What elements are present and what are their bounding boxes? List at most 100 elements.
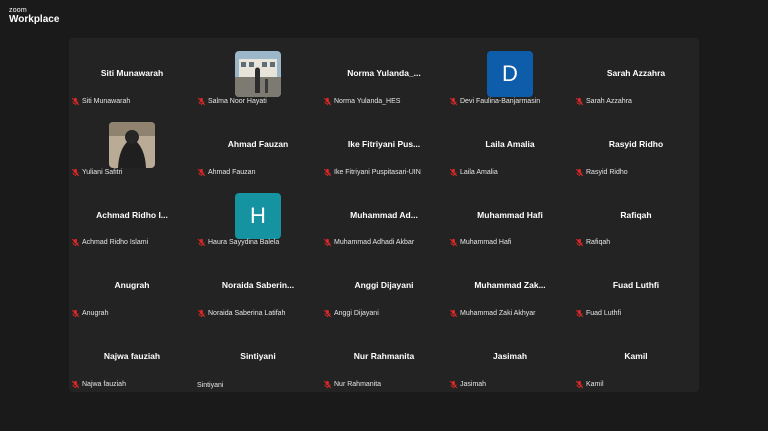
participant-display-name: Muhammad Zak... — [474, 280, 546, 291]
participant-name-label: Jasimah — [449, 380, 486, 389]
muted-mic-icon — [449, 380, 458, 389]
participant-name-label: Yuliani Safitri — [71, 168, 122, 177]
participant-name-text: Laila Amalia — [460, 168, 498, 176]
participant-name-text: Sintiyani — [197, 381, 224, 389]
photo-building-image — [235, 51, 281, 97]
participant-name-label: Rafiqah — [575, 238, 610, 247]
participant-avatar: D — [487, 51, 533, 97]
participant-name-text: Ahmad Fauzan — [208, 168, 256, 176]
muted-mic-icon — [71, 239, 80, 247]
participant-display-name: Siti Munawarah — [100, 68, 164, 78]
participant-display-name: Ahmad Fauzan — [227, 138, 289, 149]
gallery-grid: Siti Munawarah Siti Munawarah Salma Noor H… — [69, 38, 699, 392]
muted-mic-icon — [71, 309, 80, 318]
muted-mic-icon — [449, 309, 458, 318]
muted-mic-icon — [575, 239, 584, 247]
participant-name-label: Norma Yulanda_HES — [323, 97, 400, 106]
participant-tile[interactable]: Rasyid Ridho Rasyid Ridho — [573, 109, 699, 180]
participant-name-label: Ahmad Fauzan — [197, 168, 255, 177]
participant-tile[interactable]: Kamil Kamil — [573, 321, 699, 392]
muted-mic-icon — [449, 168, 458, 176]
muted-mic-icon — [449, 239, 458, 247]
participant-name-label: Sarah Azzahra — [575, 97, 632, 106]
muted-mic-icon — [575, 309, 584, 318]
participant-tile[interactable]: Norma Yulanda_... Norma Yulanda_HES — [321, 38, 447, 109]
participant-display-name: Jasimah — [492, 351, 528, 362]
participant-tile[interactable]: Muhammad Hafi Muhammad Hafi — [447, 180, 573, 251]
participant-name-text: Achmad Ridho Islami — [82, 239, 149, 247]
avatar-letter: D — [487, 51, 533, 97]
participant-tile[interactable]: Siti Munawarah Siti Munawarah — [69, 38, 195, 109]
muted-mic-icon — [197, 239, 206, 247]
participant-name-label: Haura Sayydina Balela — [197, 238, 279, 247]
participant-display-name: Muhammad Ad... — [350, 209, 418, 220]
participant-name-text: Kamil — [586, 380, 604, 388]
participant-name-text: Noraida Saberina Latifah — [208, 310, 286, 318]
participant-tile[interactable]: Jasimah Jasimah — [447, 321, 573, 392]
participant-tile[interactable]: Noraida Saberin... Noraida Saberina Latif… — [195, 250, 321, 321]
participant-display-name: Laila Amalia — [485, 138, 535, 149]
participant-display-name: Sarah Azzahra — [606, 68, 666, 78]
participant-display-name: Kamil — [624, 351, 648, 362]
participant-tile[interactable]: Laila Amalia Laila Amalia — [447, 109, 573, 180]
participant-tile[interactable]: Ahmad Fauzan Ahmad Fauzan — [195, 109, 321, 180]
participant-name-text: Anugrah — [82, 310, 109, 318]
avatar-letter: H — [235, 192, 281, 239]
participant-tile[interactable]: Yuliani Safitri — [69, 109, 195, 180]
participant-tile[interactable]: Ike Fitriyani Pus... Ike Fitriyani Puspit… — [321, 109, 447, 180]
participant-name-text: Muhammad Zaki Akhyar — [460, 310, 536, 318]
participant-tile[interactable]: Najwa fauziah Najwa fauziah — [69, 321, 195, 392]
participant-tile[interactable]: Muhammad Ad... Muhammad Adhadi Akbar — [321, 180, 447, 251]
brand-big-text: Workplace — [9, 14, 60, 25]
muted-mic-icon — [197, 309, 206, 318]
participant-name-text: Muhammad Hafi — [460, 239, 512, 247]
participant-tile[interactable]: Sintiyani Sintiyani — [195, 321, 321, 392]
participant-name-label: Fuad Luthfi — [575, 309, 621, 318]
participant-name-label: Muhammad Zaki Akhyar — [449, 309, 535, 318]
participant-tile[interactable]: H Haura Sayydina Balela — [195, 180, 321, 251]
participant-name-label: Anggi Dijayani — [323, 309, 379, 318]
participant-name-text: Fuad Luthfi — [586, 310, 622, 318]
participant-tile[interactable]: D Devi Faulina-Banjarmasin — [447, 38, 573, 109]
top-bar: zoom Workplace — [0, 0, 768, 30]
participant-tile[interactable]: Anggi Dijayani Anggi Dijayani — [321, 250, 447, 321]
muted-mic-icon — [575, 97, 584, 106]
muted-mic-icon — [323, 380, 332, 389]
muted-mic-icon — [323, 168, 332, 176]
participant-name-text: Haura Sayydina Balela — [208, 239, 280, 247]
participant-tile[interactable]: Fuad Luthfi Fuad Luthfi — [573, 250, 699, 321]
muted-mic-icon — [197, 168, 206, 176]
participant-tile[interactable]: Anugrah Anugrah — [69, 250, 195, 321]
participant-name-text: Norma Yulanda_HES — [334, 97, 401, 105]
muted-mic-icon — [71, 97, 80, 106]
participant-tile[interactable]: Nur Rahmanita Nur Rahmanita — [321, 321, 447, 392]
participant-name-text: Devi Faulina-Banjarmasin — [460, 97, 541, 105]
photo-person-image — [109, 121, 155, 168]
participant-tile[interactable]: Rafiqah Rafiqah — [573, 180, 699, 251]
participant-display-name: Najwa fauziah — [103, 351, 161, 362]
participant-name-text: Najwa fauziah — [82, 380, 126, 388]
muted-mic-icon — [71, 380, 80, 389]
participant-avatar — [235, 51, 281, 97]
participant-name-label: Rasyid Ridho — [575, 168, 628, 177]
participant-tile[interactable]: Sarah Azzahra Sarah Azzahra — [573, 38, 699, 109]
muted-mic-icon — [323, 309, 332, 318]
participant-tile[interactable]: Muhammad Zak... Muhammad Zaki Akhyar — [447, 250, 573, 321]
participant-display-name: Noraida Saberin... — [221, 280, 295, 291]
participant-name-text: Siti Munawarah — [82, 97, 131, 105]
muted-mic-icon — [71, 168, 80, 176]
participant-tile[interactable]: Salma Noor Hayati — [195, 38, 321, 109]
participant-name-text: Salma Noor Hayati — [208, 97, 267, 105]
participant-name-text: Rasyid Ridho — [586, 168, 628, 176]
brand-small-text: zoom — [9, 7, 27, 14]
participant-name-text: Sarah Azzahra — [586, 97, 632, 105]
participant-avatar: H — [235, 192, 281, 239]
muted-mic-icon — [197, 97, 206, 106]
participant-name-label: Salma Noor Hayati — [197, 97, 267, 106]
participant-display-name: Ike Fitriyani Pus... — [347, 138, 421, 149]
participant-display-name: Rasyid Ridho — [608, 138, 664, 149]
participant-avatar — [109, 121, 155, 168]
participant-name-text: Jasimah — [460, 380, 487, 388]
participant-tile[interactable]: Achmad Ridho I... Achmad Ridho Islami — [69, 180, 195, 251]
participant-display-name: Muhammad Hafi — [477, 209, 543, 220]
